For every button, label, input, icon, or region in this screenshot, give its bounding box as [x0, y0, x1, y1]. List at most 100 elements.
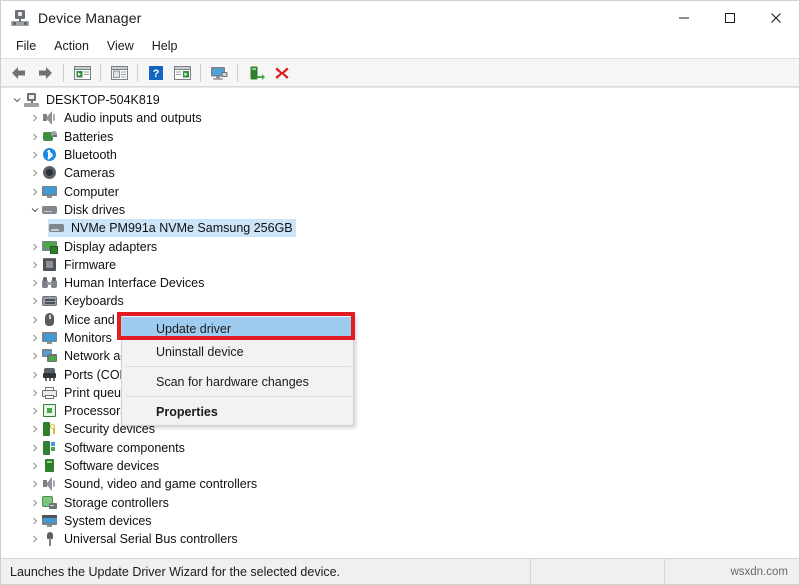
- tree-item-computer[interactable]: Computer: [1, 182, 799, 200]
- tree-item-label: Firmware: [64, 257, 117, 272]
- tree-item-system-devices[interactable]: System devices: [1, 512, 799, 530]
- context-menu-separator: [126, 396, 351, 397]
- uninstall-device-icon[interactable]: [269, 61, 295, 85]
- monitor-icon: [41, 184, 58, 200]
- chevron-right-icon[interactable]: [28, 494, 41, 512]
- context-menu-item-update-driver[interactable]: Update driver: [122, 317, 353, 340]
- chevron-right-icon[interactable]: [28, 329, 41, 347]
- chevron-right-icon[interactable]: [28, 420, 41, 438]
- disk-icon: [48, 220, 65, 236]
- chevron-right-icon[interactable]: [28, 238, 41, 256]
- context-menu-item-uninstall-device[interactable]: Uninstall device: [122, 340, 353, 363]
- chevron-right-icon[interactable]: [28, 384, 41, 402]
- watermark: wsxdn.com: [730, 565, 788, 578]
- update-driver-icon[interactable]: [169, 61, 195, 85]
- help-icon[interactable]: ?: [143, 61, 169, 85]
- firmware-icon: [41, 257, 58, 273]
- show-hide-console-tree-icon[interactable]: [69, 61, 95, 85]
- close-button[interactable]: [753, 1, 799, 34]
- camera-icon: [41, 165, 58, 181]
- context-menu-item-scan-for-hardware-changes[interactable]: Scan for hardware changes: [122, 370, 353, 393]
- tree-item-label: Audio inputs and outputs: [64, 111, 202, 126]
- chevron-down-icon[interactable]: [28, 201, 41, 219]
- minimize-button[interactable]: [661, 1, 707, 34]
- tree-item-cameras[interactable]: Cameras: [1, 164, 799, 182]
- maximize-button[interactable]: [707, 1, 753, 34]
- tree-item-desktop[interactable]: DESKTOP-504K819: [1, 91, 799, 109]
- back-arrow-icon[interactable]: [6, 61, 32, 85]
- tree-item-keyboards[interactable]: Keyboards: [1, 292, 799, 310]
- tree-item-audio-inputs-and-outputs[interactable]: Audio inputs and outputs: [1, 109, 799, 127]
- forward-arrow-icon[interactable]: [32, 61, 58, 85]
- status-bar: Launches the Update Driver Wizard for th…: [1, 558, 799, 584]
- chevron-right-icon[interactable]: [28, 128, 41, 146]
- chevron-right-icon[interactable]: [28, 311, 41, 329]
- chevron-right-icon[interactable]: [28, 512, 41, 530]
- toolbar: ?: [1, 58, 799, 87]
- chevron-down-icon[interactable]: [10, 91, 23, 109]
- chevron-right-icon[interactable]: [28, 402, 41, 420]
- cpu-icon: [41, 403, 58, 419]
- chevron-right-icon[interactable]: [28, 109, 41, 127]
- tree-item-disk-drives[interactable]: Disk drives: [1, 201, 799, 219]
- tree-item-label: Bluetooth: [64, 148, 117, 163]
- context-menu-item-label: Uninstall device: [156, 344, 244, 359]
- chevron-right-icon[interactable]: [28, 256, 41, 274]
- chevron-right-icon[interactable]: [28, 292, 41, 310]
- device-manager-window: Device Manager File Action View Help ? D…: [0, 0, 800, 585]
- device-tree-pane[interactable]: DESKTOP-504K819 Audio inputs and outputs: [1, 87, 799, 558]
- chevron-right-icon[interactable]: [28, 274, 41, 292]
- tree-item-label: Disk drives: [64, 202, 126, 217]
- tree-item-firmware[interactable]: Firmware: [1, 256, 799, 274]
- scan-hardware-changes-icon[interactable]: [206, 61, 232, 85]
- menu-action[interactable]: Action: [45, 36, 98, 56]
- chevron-right-icon[interactable]: [28, 366, 41, 384]
- tree-item-nvme-disk[interactable]: NVMe PM991a NVMe Samsung 256GB: [1, 219, 799, 238]
- menu-view[interactable]: View: [98, 36, 143, 56]
- chevron-right-icon[interactable]: [28, 475, 41, 493]
- tree-item-display-adapters[interactable]: Display adapters: [1, 237, 799, 255]
- tree-item-batteries[interactable]: Batteries: [1, 128, 799, 146]
- tree-item-label: Display adapters: [64, 239, 158, 254]
- tree-item-universal-serial-bus-controllers[interactable]: Universal Serial Bus controllers: [1, 530, 799, 548]
- window-controls: [661, 1, 799, 34]
- context-menu: Update driver Uninstall device Scan for …: [121, 314, 354, 426]
- storage-controller-icon: [41, 495, 58, 511]
- tree-item-label: Sound, video and game controllers: [64, 477, 258, 492]
- enable-device-icon[interactable]: [243, 61, 269, 85]
- monitor-icon: [41, 330, 58, 346]
- tree-item-label: Software devices: [64, 459, 160, 474]
- toolbar-separator: [100, 63, 101, 82]
- context-menu-item-properties[interactable]: Properties: [122, 400, 353, 423]
- tree-item-bluetooth[interactable]: Bluetooth: [1, 146, 799, 164]
- tree-item-human-interface-devices[interactable]: Human Interface Devices: [1, 274, 799, 292]
- tree-item-label: Batteries: [64, 129, 114, 144]
- toolbar-separator: [137, 63, 138, 82]
- chevron-right-icon[interactable]: [28, 146, 41, 164]
- status-bar-text: Launches the Update Driver Wizard for th…: [10, 564, 341, 579]
- tree-item-software-components[interactable]: Software components: [1, 439, 799, 457]
- menu-file[interactable]: File: [7, 36, 45, 56]
- software-component-icon: [41, 440, 58, 456]
- chevron-right-icon[interactable]: [28, 347, 41, 365]
- chevron-right-icon[interactable]: [28, 439, 41, 457]
- usb-icon: [41, 531, 58, 547]
- tree-item-sound-video-and-game-controllers[interactable]: Sound, video and game controllers: [1, 475, 799, 493]
- system-device-icon: [41, 513, 58, 529]
- keyboard-icon: [41, 293, 58, 309]
- tree-item-label: Human Interface Devices: [64, 276, 205, 291]
- menu-help[interactable]: Help: [143, 36, 187, 56]
- properties-icon[interactable]: [106, 61, 132, 85]
- chevron-right-icon[interactable]: [28, 164, 41, 182]
- mouse-icon: [41, 312, 58, 328]
- tree-item-software-devices[interactable]: Software devices: [1, 457, 799, 475]
- hid-icon: [41, 275, 58, 291]
- tree-item-label: DESKTOP-504K819: [46, 93, 160, 108]
- chevron-right-icon[interactable]: [28, 183, 41, 201]
- chevron-right-icon[interactable]: [28, 457, 41, 475]
- toolbar-separator: [63, 63, 64, 82]
- context-menu-item-label: Update driver: [156, 321, 232, 336]
- tree-item-label: Keyboards: [64, 294, 124, 309]
- tree-item-storage-controllers[interactable]: Storage controllers: [1, 494, 799, 512]
- chevron-right-icon[interactable]: [28, 530, 41, 548]
